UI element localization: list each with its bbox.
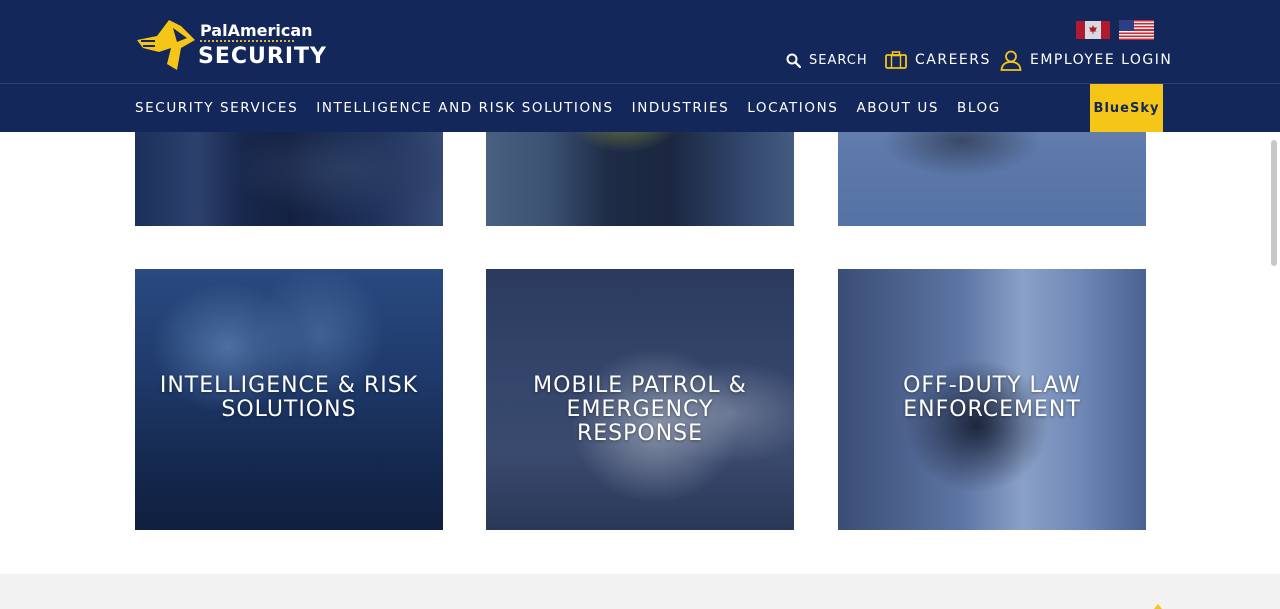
user-icon	[1000, 50, 1022, 71]
briefcase-icon	[885, 51, 907, 69]
card-label: MOBILE PATROL & EMERGENCY RESPONSE	[533, 373, 747, 446]
login-label: EMPLOYEE LOGIN	[1030, 52, 1173, 68]
logo-text-top: PalAmerican	[200, 21, 313, 40]
canada-flag-icon[interactable]	[1076, 21, 1110, 39]
footer-strip	[0, 574, 1280, 609]
careers-label: CAREERS	[915, 52, 991, 68]
site-header: PalAmerican SECURITY SEARCH CAREERS EMPL…	[0, 0, 1280, 132]
eagle-logo-icon	[137, 20, 195, 70]
search-label: SEARCH	[809, 52, 868, 68]
nav-item-industries[interactable]: INDUSTRIES	[632, 100, 730, 116]
main-nav: SECURITY SERVICES INTELLIGENCE AND RISK …	[135, 84, 1019, 132]
logo-divider	[200, 40, 294, 42]
bluesky-button[interactable]: BlueSky	[1090, 84, 1163, 132]
usa-flag-icon[interactable]	[1119, 20, 1154, 40]
card-label: OFF-DUTY LAW ENFORCEMENT	[903, 373, 1081, 422]
site-logo[interactable]: PalAmerican SECURITY	[137, 18, 326, 72]
search-link[interactable]: SEARCH	[786, 48, 868, 72]
scrollbar-thumb[interactable]	[1271, 140, 1277, 266]
search-icon	[786, 53, 801, 68]
service-card-mobile-patrol[interactable]: MOBILE PATROL & EMERGENCY RESPONSE	[486, 269, 794, 530]
nav-item-security-services[interactable]: SECURITY SERVICES	[135, 100, 298, 116]
service-card-off-duty[interactable]: OFF-DUTY LAW ENFORCEMENT	[838, 269, 1146, 530]
nav-item-intelligence-risk[interactable]: INTELLIGENCE AND RISK SOLUTIONS	[316, 100, 613, 116]
card-label: INTELLIGENCE & RISK SOLUTIONS	[159, 373, 419, 422]
nav-item-locations[interactable]: LOCATIONS	[747, 100, 838, 116]
nav-item-about-us[interactable]: ABOUT US	[856, 100, 939, 116]
service-card-intelligence-risk[interactable]: INTELLIGENCE & RISK SOLUTIONS	[135, 269, 443, 530]
logo-text-bottom: SECURITY	[198, 44, 327, 69]
nav-item-blog[interactable]: BLOG	[957, 100, 1001, 116]
careers-link[interactable]: CAREERS	[885, 48, 991, 72]
employee-login-link[interactable]: EMPLOYEE LOGIN	[1000, 48, 1172, 72]
